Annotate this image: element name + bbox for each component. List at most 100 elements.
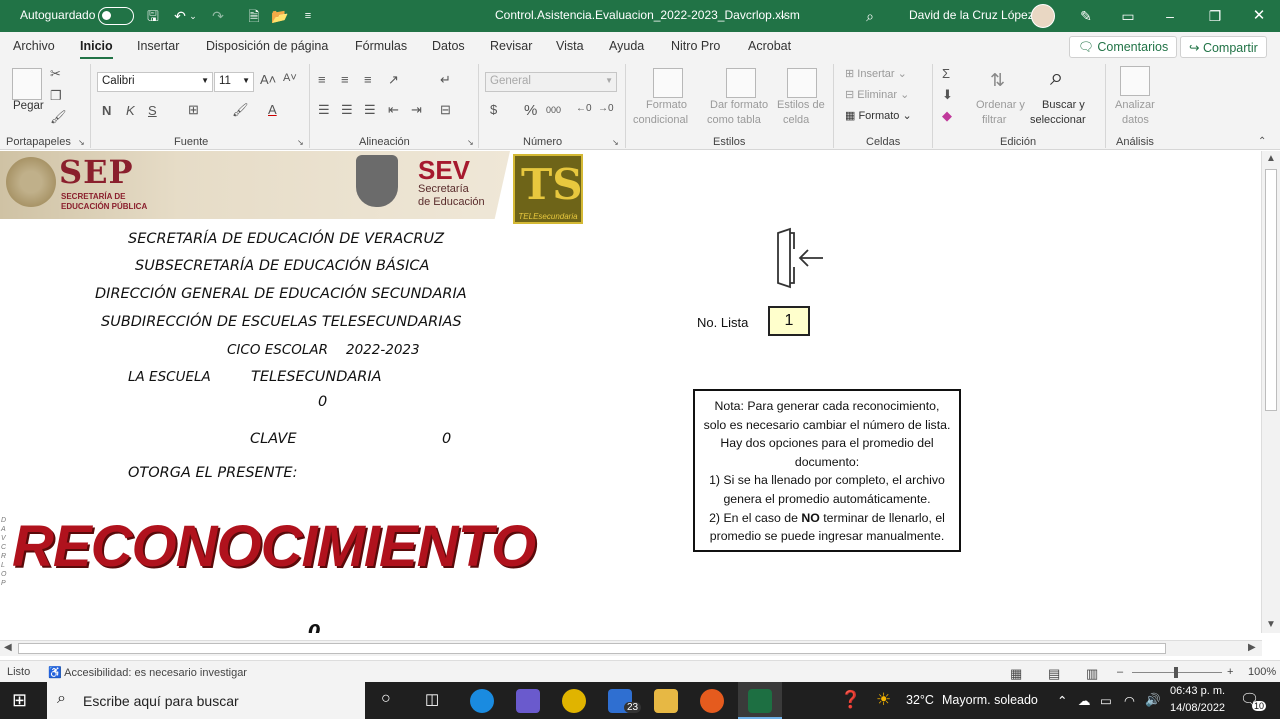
tab-inicio[interactable]: Inicio [80, 39, 113, 59]
zoom-out-icon[interactable]: – [1117, 666, 1123, 678]
increase-font-icon[interactable]: A˄ [260, 72, 276, 87]
number-launcher-icon[interactable]: ↘ [612, 138, 619, 147]
merge-center-icon[interactable]: ⊟ [440, 102, 451, 118]
cell-styles-label-1[interactable]: Estilos de [777, 99, 825, 111]
scroll-right-icon[interactable]: ▶ [1248, 642, 1256, 653]
format-painter-icon[interactable]: 🖌 [50, 109, 67, 125]
title-dropdown-icon[interactable]: ⌄ [773, 6, 793, 26]
help-icon[interactable]: ❓ [840, 690, 861, 710]
font-name-box[interactable]: Calibri ▼ [97, 72, 213, 92]
taskbar-search[interactable]: ⌕ Escribe aquí para buscar [47, 682, 365, 719]
open-folder-icon[interactable]: 📂 [270, 6, 290, 26]
tab-ayuda[interactable]: Ayuda [609, 39, 644, 53]
wrap-text-icon[interactable]: ↵ [440, 72, 451, 88]
clock-date[interactable]: 14/08/2022 [1170, 702, 1225, 714]
weather-text[interactable]: Mayorm. soleado [942, 693, 1038, 707]
clipboard-launcher-icon[interactable]: ↘ [78, 138, 85, 147]
wifi-icon[interactable]: ◠ [1124, 693, 1135, 708]
vertical-scrollbar[interactable]: ▲ ▼ [1261, 151, 1280, 633]
battery-icon[interactable]: ▭ [1100, 693, 1112, 708]
conditional-format-icon[interactable] [653, 68, 683, 98]
task-view-icon[interactable]: ◫ [425, 690, 439, 708]
scroll-left-icon[interactable]: ◀ [4, 642, 12, 653]
firefox-icon[interactable] [700, 689, 724, 713]
temperature[interactable]: 32°C [906, 693, 934, 707]
excel-icon[interactable] [748, 689, 772, 713]
scroll-down-icon[interactable]: ▼ [1266, 619, 1276, 630]
print-preview-icon[interactable]: 🗎 [244, 6, 264, 26]
paint-icon[interactable] [516, 689, 540, 713]
paste-label[interactable]: Pegar [13, 100, 44, 112]
table-format-label-2[interactable]: como tabla [707, 114, 761, 126]
paste-icon[interactable] [12, 68, 42, 100]
search-icon[interactable]: ⌕ [860, 6, 880, 26]
tab-formulas[interactable]: Fórmulas [355, 39, 407, 53]
fill-color-icon[interactable]: 🖌 [232, 102, 249, 118]
cond-format-label-2[interactable]: condicional [633, 114, 688, 126]
format-cells-button[interactable]: ▦ Formato ⌄ [845, 109, 912, 122]
tab-archivo[interactable]: Archivo [13, 39, 55, 53]
clear-icon[interactable]: ◆ [942, 108, 952, 124]
underline-button[interactable]: S [148, 103, 157, 118]
increase-decimal-icon[interactable]: ←0 [576, 103, 592, 114]
percent-button[interactable]: % [524, 102, 537, 119]
pen-icon[interactable]: ✎ [1076, 6, 1096, 26]
comments-button[interactable]: 🗨 Comentarios [1069, 36, 1178, 58]
autosave-toggle[interactable] [98, 7, 134, 25]
cortana-icon[interactable]: ○ [381, 690, 391, 708]
analyze-label-2[interactable]: datos [1122, 114, 1149, 126]
autosum-icon[interactable]: Σ [942, 66, 950, 81]
collapse-ribbon-icon[interactable]: ⌃ [1258, 136, 1266, 147]
font-size-box[interactable]: 11 ▼ [214, 72, 254, 92]
redo-icon[interactable]: ↷ [208, 6, 228, 26]
cell-styles-label-2[interactable]: celda [783, 114, 809, 126]
number-format-box[interactable]: General ▼ [485, 72, 617, 92]
tab-insertar[interactable]: Insertar [137, 39, 179, 53]
thousands-button[interactable]: 000 [546, 105, 561, 115]
tab-nitro[interactable]: Nitro Pro [671, 39, 720, 53]
fill-icon[interactable]: ⬇ [942, 87, 953, 103]
undo-icon[interactable]: ↶ [170, 6, 190, 26]
decrease-font-icon[interactable]: A˅ [283, 72, 297, 84]
insert-cells-button[interactable]: ⊞ Insertar ⌄ [845, 67, 907, 80]
close-icon[interactable]: ✕ [1249, 6, 1269, 26]
find-select-label-1[interactable]: Buscar y [1042, 99, 1085, 111]
page-break-icon[interactable]: ▥ [1086, 666, 1098, 682]
delete-cells-button[interactable]: ⊟ Eliminar ⌄ [845, 88, 909, 101]
share-button[interactable]: ↪ Compartir [1180, 36, 1267, 58]
bold-button[interactable]: N [102, 103, 111, 118]
tab-datos[interactable]: Datos [432, 39, 465, 53]
lista-input-cell[interactable]: 1 [768, 306, 810, 336]
horizontal-scrollbar[interactable]: ◀ ▶ [0, 640, 1262, 656]
save-icon[interactable]: 🖫 [143, 6, 163, 26]
user-avatar[interactable] [1031, 4, 1055, 28]
tray-expand-icon[interactable]: ⌃ [1057, 693, 1067, 708]
align-top-icon[interactable]: ≡ [318, 72, 326, 87]
find-select-icon[interactable]: ⌕ [1050, 64, 1063, 92]
edge-icon[interactable] [470, 689, 494, 713]
cell-styles-icon[interactable] [787, 68, 817, 98]
zoom-slider-thumb[interactable] [1174, 667, 1178, 678]
analyze-label-1[interactable]: Analizar [1115, 99, 1155, 111]
font-color-icon[interactable]: A [268, 102, 277, 117]
align-middle-icon[interactable]: ≡ [341, 72, 349, 87]
cut-icon[interactable]: ✂ [50, 66, 61, 82]
font-launcher-icon[interactable]: ↘ [297, 138, 304, 147]
cloud-icon[interactable]: ☁ [1078, 693, 1091, 708]
maximize-icon[interactable]: ❐ [1205, 6, 1225, 26]
sort-filter-icon[interactable]: ⇅ [990, 70, 1005, 91]
horizontal-scroll-thumb[interactable] [18, 643, 1166, 654]
align-right-icon[interactable]: ☰ [364, 102, 376, 118]
tab-disposicion[interactable]: Disposición de página [206, 39, 328, 53]
align-bottom-icon[interactable]: ≡ [364, 72, 372, 87]
weather-icon[interactable]: ☀ [876, 690, 891, 710]
cond-format-label-1[interactable]: Formato [646, 99, 687, 111]
customize-qat-icon[interactable]: ≡ [298, 6, 318, 26]
sort-filter-label-1[interactable]: Ordenar y [976, 99, 1025, 111]
worksheet[interactable]: SEP SECRETARÍA DE EDUCACIÓN PÚBLICA SEV … [0, 151, 1261, 633]
currency-button[interactable]: $ [490, 102, 497, 117]
align-left-icon[interactable]: ☰ [318, 102, 330, 118]
increase-indent-icon[interactable]: ⇥ [411, 102, 422, 118]
accessibility-status[interactable]: ♿ Accesibilidad: es necesario investigar [48, 666, 247, 679]
table-format-label-1[interactable]: Dar formato [710, 99, 768, 111]
